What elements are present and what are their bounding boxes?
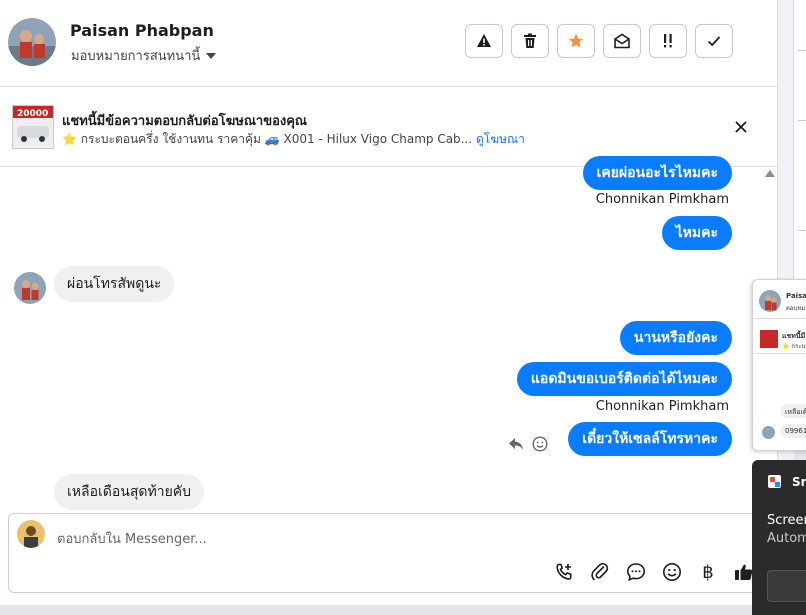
preview-sub: ตอบหม — [786, 305, 806, 312]
view-ad-link[interactable]: ดูโฆษณา — [476, 132, 525, 146]
snip-app-icon — [768, 475, 781, 488]
incoming-message[interactable]: เหลือเดือนสุดท้ายคับ — [54, 474, 205, 510]
emoji-icon — [663, 563, 681, 581]
preview-ad-line2: ⭐ กระบะ — [782, 343, 806, 350]
ad-description-text: ⭐ กระบะตอนครึ่ง ใช้งานทน ราคาคุ้ม 🚙 X001… — [62, 132, 473, 146]
close-icon — [735, 121, 747, 133]
sender-name: Chonnikan Pimkham — [595, 399, 729, 414]
delete-button[interactable] — [511, 24, 549, 58]
thumbs-up-icon — [735, 564, 753, 580]
trash-icon — [524, 33, 536, 48]
alert-icon — [477, 34, 491, 47]
ad-thumb-price: 20000 — [17, 109, 48, 119]
star-icon — [568, 33, 584, 48]
divider — [798, 230, 806, 231]
mark-done-button[interactable] — [695, 24, 733, 58]
saved-replies-button[interactable] — [624, 560, 648, 584]
assign-label: มอบหมายการสนทนานี้ — [71, 49, 201, 64]
outgoing-message[interactable]: ไหมคะ — [661, 216, 732, 250]
notification-action-button[interactable] — [767, 570, 806, 602]
paperclip-icon — [591, 562, 609, 581]
divider — [798, 120, 806, 121]
sender-name: Chonnikan Pimkham — [595, 192, 729, 207]
preview-name: Paisan — [786, 292, 806, 300]
outgoing-message[interactable]: เคยผ่อนอะไรไหมคะ — [582, 156, 732, 190]
reply-input[interactable]: ตอบกลับใน Messenger... — [57, 528, 207, 549]
outgoing-message[interactable]: แอดมินขอเบอร์ติดต่อได้ไหมคะ — [516, 362, 732, 396]
snip-app-label: Sn — [792, 475, 806, 489]
assign-conversation-dropdown[interactable]: มอบหมายการสนทนานี้ — [71, 45, 217, 66]
screenshot-subtitle: Autom — [767, 531, 806, 546]
snipping-tool-notification[interactable]: Sn Screer Autom — [752, 460, 806, 615]
mark-unread-button[interactable] — [603, 24, 641, 58]
attach-button[interactable] — [588, 560, 612, 584]
preview-msg-line2: 09961 — [785, 427, 806, 435]
contact-name: Paisan Phabpan — [70, 21, 214, 40]
page-avatar — [17, 520, 45, 548]
composer-toolbar: ฿ — [552, 560, 756, 584]
reply-icon[interactable] — [508, 437, 524, 451]
envelope-open-icon — [614, 33, 630, 49]
contact-avatar[interactable] — [8, 18, 56, 66]
ad-reply-title: แชทนี้มีข้อความตอบกลับต่อโฆษณาของคุณ — [62, 114, 307, 129]
outgoing-message[interactable]: นานหรือยังคะ — [619, 321, 732, 355]
screenshot-title: Screer — [767, 513, 806, 528]
baht-icon: ฿ — [702, 561, 714, 583]
star-button[interactable] — [557, 24, 595, 58]
payment-button[interactable]: ฿ — [696, 560, 720, 584]
outgoing-message[interactable]: เดี๋ยวให้เซลล์โทรหาคะ — [568, 422, 732, 456]
important-icon — [664, 34, 672, 48]
conversation-panel: Paisan Phabpan มอบหมายการสนทนานี้ 20000 … — [0, 0, 777, 605]
ad-thumbnail[interactable]: 20000 — [12, 105, 54, 149]
chat-bubble-icon — [626, 563, 646, 582]
caret-down-icon — [206, 52, 217, 59]
emoji-reaction-icon[interactable] — [532, 436, 548, 452]
header-divider — [0, 86, 777, 87]
preview-avatar — [759, 290, 781, 312]
right-edge-panel — [793, 0, 806, 280]
preview-msg-line: เหลือเดื — [785, 408, 806, 416]
phone-plus-icon — [556, 563, 572, 580]
ad-description: ⭐ กระบะตอนครึ่ง ใช้งานทน ราคาคุ้ม 🚙 X001… — [62, 130, 525, 149]
preview-ad-thumb — [760, 330, 778, 348]
incoming-message[interactable]: ผ่อนโทรสัพดูนะ — [54, 266, 175, 302]
call-button[interactable] — [552, 560, 576, 584]
important-button[interactable] — [649, 24, 687, 58]
conversation-actions — [465, 24, 733, 58]
scroll-up-arrow-icon[interactable] — [765, 170, 775, 177]
check-icon — [707, 36, 721, 47]
preview-window[interactable]: Paisan ตอบหม แชทนี้มี ⭐ กระบะ เหลือเดื 0… — [752, 279, 806, 451]
message-actions — [508, 436, 548, 452]
report-button[interactable] — [465, 24, 503, 58]
close-ad-banner-button[interactable] — [730, 116, 752, 138]
emoji-button[interactable] — [660, 560, 684, 584]
incoming-avatar — [14, 272, 46, 304]
divider — [798, 50, 806, 51]
preview-msg-avatar — [762, 426, 775, 439]
